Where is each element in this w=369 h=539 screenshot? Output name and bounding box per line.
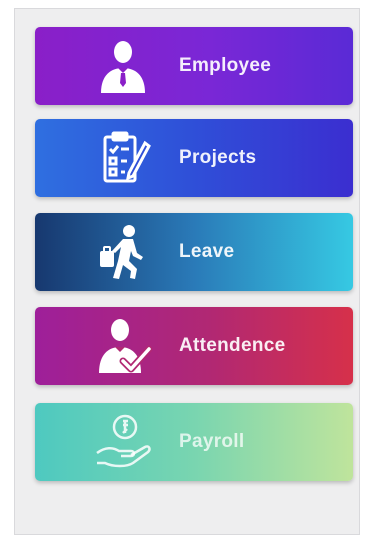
clipboard-checklist-icon [93,129,153,187]
app-screen: Employee Projects Leave Attendence Payro… [14,8,360,535]
employee-button[interactable]: Employee [35,27,353,105]
attendence-label: Attendence [179,335,286,356]
employee-icon [93,37,153,95]
payroll-button[interactable]: Payroll [35,403,353,481]
employee-label: Employee [179,55,272,76]
walking-person-with-bag-icon [93,223,153,281]
person-checkmark-icon [93,317,153,375]
leave-label: Leave [179,241,235,262]
projects-button[interactable]: Projects [35,119,353,197]
leave-button[interactable]: Leave [35,213,353,291]
payroll-label: Payroll [179,431,245,452]
attendence-button[interactable]: Attendence [35,307,353,385]
hand-coin-icon [93,413,153,471]
projects-label: Projects [179,147,257,168]
